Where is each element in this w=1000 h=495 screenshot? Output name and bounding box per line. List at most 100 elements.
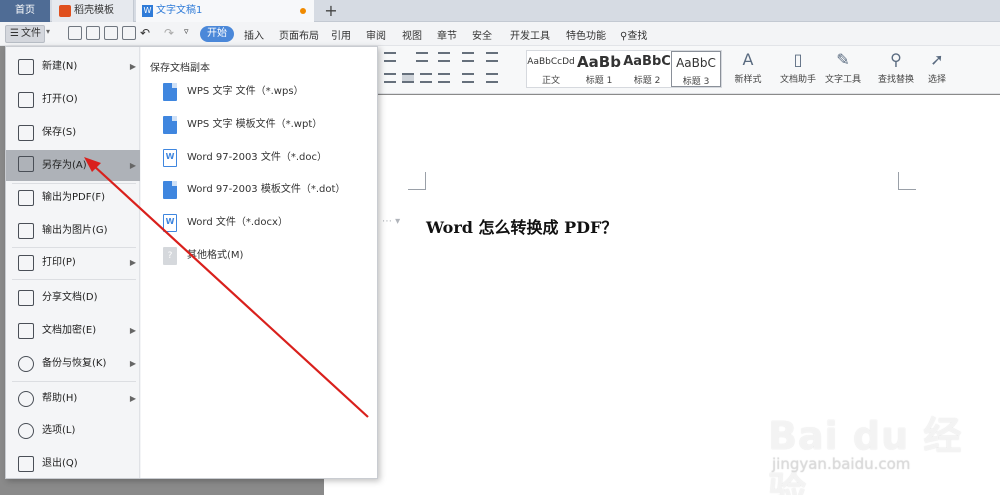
tab-document[interactable]: W 文字文稿1 — [136, 0, 314, 22]
menu-item-export-pdf[interactable]: 输出为PDF(F) — [6, 184, 140, 212]
chevron-right-icon: ▶ — [129, 394, 136, 403]
style-sample: AaBbCcDd — [527, 57, 575, 67]
undo-icon[interactable]: ↶ — [140, 26, 150, 40]
export-pdf-icon — [18, 190, 34, 206]
style-name: 标题 3 — [682, 77, 710, 87]
menu-chapter[interactable]: 章节 — [437, 27, 457, 42]
menu-item-label: 新建(N) — [42, 61, 78, 72]
chevron-down-icon[interactable]: ▾ — [46, 27, 50, 36]
menu-item-exit[interactable]: 退出(Q) — [6, 450, 140, 478]
doc-assistant-button[interactable]: ▯ 文档助手 — [776, 50, 820, 85]
sort-icon[interactable] — [486, 52, 498, 62]
menu-item-backup[interactable]: 备份与恢复(K) ▶ — [6, 350, 140, 378]
format-label: WPS 文字 模板文件（*.wpt） — [187, 119, 323, 130]
distribute-icon[interactable] — [438, 73, 450, 83]
menu-item-share[interactable]: 分享文档(D) — [6, 284, 140, 312]
menu-references[interactable]: 引用 — [331, 27, 351, 42]
print-icon[interactable] — [104, 26, 118, 40]
menu-item-encrypt[interactable]: 文档加密(E) ▶ — [6, 317, 140, 345]
chevron-right-icon: ▶ — [129, 62, 136, 71]
tab-template[interactable]: 稻壳模板 — [52, 0, 134, 22]
tab-bar: 首页 稻壳模板 W 文字文稿1 + — [0, 0, 1000, 22]
new-tab-button[interactable]: + — [320, 0, 342, 22]
save-as-submenu: 保存文档副本 WPS 文字 文件（*.wps） WPS 文字 模板文件（*.wp… — [141, 47, 377, 478]
backup-restore-icon — [18, 356, 34, 372]
margin-mark-left — [408, 172, 426, 190]
file-menu-label: 文件 — [20, 28, 41, 39]
menu-item-open[interactable]: 打开(O) — [6, 86, 140, 114]
export-pdf-icon[interactable] — [86, 26, 100, 40]
borders-icon[interactable] — [486, 73, 498, 83]
gear-icon — [18, 423, 34, 439]
select-label: 选择 — [927, 75, 946, 85]
format-wpt[interactable]: WPS 文字 模板文件（*.wpt） — [141, 110, 377, 140]
align-center-icon[interactable] — [384, 73, 396, 83]
style-heading-3[interactable]: AaBbC 标题 3 — [671, 51, 721, 87]
chevron-right-icon: ▶ — [129, 161, 136, 170]
menu-insert[interactable]: 插入 — [244, 27, 264, 42]
menu-security[interactable]: 安全 — [472, 27, 492, 42]
format-other[interactable]: ? 其他格式(M) — [141, 241, 377, 271]
wps-doc-icon — [163, 83, 177, 101]
lock-icon — [18, 323, 34, 339]
menu-item-print[interactable]: 打印(P) ▶ — [6, 249, 140, 277]
wrench-icon: ✎ — [836, 50, 850, 69]
shading-icon[interactable] — [462, 73, 474, 83]
menu-item-save[interactable]: 保存(S) — [6, 119, 140, 147]
search-menu[interactable]: ⚲查找 — [620, 27, 647, 42]
style-normal[interactable]: AaBbCcDd 正文 — [527, 51, 575, 87]
menu-developer[interactable]: 开发工具 — [510, 27, 550, 42]
style-heading-1[interactable]: AaBb 标题 1 — [575, 51, 623, 87]
menu-features[interactable]: 特色功能 — [566, 27, 606, 42]
file-menu-panel: 新建(N) ▶ 打开(O) 保存(S) 另存为(A) ▶ 输出为PDF(F) 输… — [5, 46, 378, 479]
save-icon — [18, 125, 34, 141]
save-icon[interactable] — [68, 26, 82, 40]
menu-divider — [12, 279, 136, 280]
tab-home[interactable]: 首页 — [0, 0, 50, 22]
style-name: 正文 — [541, 76, 560, 86]
print-preview-icon[interactable] — [122, 26, 136, 40]
help-icon — [18, 391, 34, 407]
menu-review[interactable]: 审阅 — [366, 27, 386, 42]
text-tools-button[interactable]: ✎ 文字工具 — [820, 50, 866, 85]
format-docx[interactable]: W Word 文件（*.docx） — [141, 208, 377, 238]
tab-template-label: 稻壳模板 — [74, 5, 114, 16]
margin-mark-right — [898, 172, 916, 190]
menu-page-layout[interactable]: 页面布局 — [279, 27, 319, 42]
find-replace-button[interactable]: ⚲ 查找替换 — [874, 50, 918, 85]
justify-icon[interactable] — [402, 73, 414, 83]
menu-item-new[interactable]: 新建(N) ▶ — [6, 53, 140, 81]
menu-item-options[interactable]: 选项(L) — [6, 417, 140, 445]
format-doc[interactable]: W Word 97-2003 文件（*.doc） — [141, 143, 377, 173]
word-template-icon — [163, 181, 177, 199]
font-size-icon[interactable] — [438, 52, 450, 62]
doc-assistant-label: 文档助手 — [779, 75, 816, 85]
redo-icon[interactable]: ↷ — [164, 26, 174, 40]
folder-icon — [18, 92, 34, 108]
magnifier-icon: ⚲ — [890, 50, 902, 69]
exit-icon — [18, 456, 34, 472]
paragraph-marker-icon: ⋯ ▾ — [382, 216, 401, 227]
menu-view[interactable]: 视图 — [402, 27, 422, 42]
menu-start[interactable]: 开始 — [200, 26, 234, 42]
align-left-icon[interactable] — [384, 52, 396, 62]
style-gallery: AaBbCcDd 正文 AaBb 标题 1 AaBbC 标题 2 AaBbC 标… — [526, 50, 722, 88]
format-dot[interactable]: Word 97-2003 模板文件（*.dot） — [141, 175, 377, 205]
menu-item-export-image[interactable]: 输出为图片(G) — [6, 217, 140, 245]
style-sample: AaBb — [577, 53, 621, 71]
new-style-button[interactable]: A 新样式 — [728, 50, 768, 85]
menu-item-help[interactable]: 帮助(H) ▶ — [6, 385, 140, 413]
indent-icon[interactable] — [416, 52, 428, 62]
menu-item-label: 帮助(H) — [42, 393, 78, 404]
document-heading[interactable]: Word 怎么转换成 PDF？ — [426, 214, 617, 238]
customize-icon[interactable]: ▿ — [184, 27, 189, 37]
cursor-icon: ➚ — [930, 50, 944, 69]
style-heading-2[interactable]: AaBbC 标题 2 — [623, 51, 671, 87]
line-spacing-icon[interactable] — [462, 52, 474, 62]
format-wps[interactable]: WPS 文字 文件（*.wps） — [141, 77, 377, 107]
menu-item-label: 保存(S) — [42, 127, 77, 138]
menu-item-save-as[interactable]: 另存为(A) ▶ — [6, 150, 140, 181]
align-right-icon[interactable] — [420, 73, 432, 83]
file-menu-button[interactable]: ☰ 文件 — [5, 25, 45, 43]
select-button[interactable]: ➚ 选择 — [922, 50, 952, 85]
